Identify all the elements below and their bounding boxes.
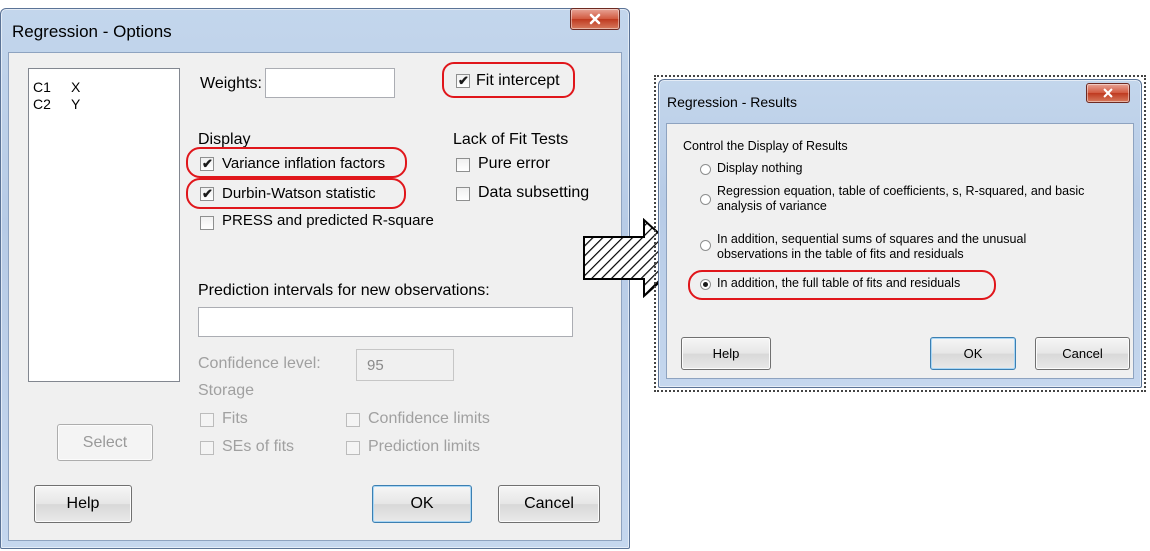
close-icon [1103, 88, 1113, 98]
full-table-highlight [688, 270, 996, 300]
fit-intercept-highlight [442, 62, 575, 98]
confidence-input[interactable]: 95 [356, 349, 454, 381]
option-display-nothing-label: Display nothing [717, 161, 803, 175]
weights-label: Weights: [200, 75, 262, 92]
storage-header: Storage [198, 382, 255, 399]
press-label: PRESS and predicted R-square [222, 212, 434, 229]
pure-error-checkbox[interactable] [456, 158, 470, 172]
options-close-button[interactable] [570, 8, 620, 30]
results-title: Regression - Results [667, 94, 797, 110]
ok-button-label: OK [410, 495, 434, 512]
prediction-limits-checkbox[interactable] [346, 441, 360, 455]
results-close-button[interactable] [1086, 83, 1130, 103]
results-cancel-button[interactable]: Cancel [1035, 337, 1130, 370]
select-button-label: Select [82, 434, 128, 451]
confidence-label: Confidence level: [198, 355, 321, 372]
variables-listbox[interactable]: C1 X C2 Y [28, 68, 180, 382]
variable-row-c1[interactable]: C1 X [33, 79, 80, 95]
vif-highlight [186, 147, 407, 178]
select-button[interactable]: Select [57, 424, 153, 461]
option-sequential-sums-line1: In addition, sequential sums of squares … [717, 232, 1027, 246]
pure-error-label: Pure error [478, 155, 551, 172]
option-sequential-sums-line2: observations in the table of fits and re… [717, 247, 964, 261]
option-regression-equation-line2: analysis of variance [717, 199, 827, 213]
cancel-button-label: Cancel [1062, 346, 1103, 361]
variable-name: X [71, 79, 81, 95]
confidence-value: 95 [367, 357, 384, 374]
durbin-watson-highlight [186, 178, 406, 209]
prediction-limits-label: Prediction limits [368, 438, 481, 455]
close-icon [589, 13, 601, 25]
fits-label: Fits [222, 410, 248, 427]
fits-checkbox[interactable] [200, 413, 214, 427]
confidence-limits-label: Confidence limits [368, 410, 490, 427]
data-subsetting-checkbox[interactable] [456, 187, 470, 201]
results-group-label: Control the Display of Results [683, 139, 848, 153]
ses-fits-checkbox[interactable] [200, 441, 214, 455]
radio-display-nothing[interactable] [700, 164, 711, 175]
options-help-button[interactable]: Help [34, 485, 132, 523]
data-subsetting-label: Data subsetting [478, 184, 590, 201]
prediction-label: Prediction intervals for new observation… [198, 282, 490, 299]
option-regression-equation-line1: Regression equation, table of coefficien… [717, 184, 1085, 198]
help-button-label: Help [712, 346, 740, 361]
ses-fits-label: SEs of fits [222, 438, 295, 455]
ok-button-label: OK [963, 346, 983, 361]
confidence-limits-checkbox[interactable] [346, 413, 360, 427]
options-cancel-button[interactable]: Cancel [498, 485, 600, 523]
press-checkbox[interactable] [200, 216, 214, 230]
weights-input[interactable] [265, 68, 395, 98]
prediction-input[interactable] [198, 307, 573, 337]
lack-of-fit-header: Lack of Fit Tests [453, 131, 569, 148]
variable-column: C1 [33, 79, 51, 95]
variable-row-c2[interactable]: C2 Y [33, 96, 80, 112]
radio-regression-equation[interactable] [700, 194, 711, 205]
radio-sequential-sums[interactable] [700, 240, 711, 251]
results-ok-button[interactable]: OK [930, 337, 1016, 370]
cancel-button-label: Cancel [524, 495, 574, 512]
results-help-button[interactable]: Help [681, 337, 771, 370]
variable-name: Y [71, 96, 81, 112]
help-button-label: Help [66, 495, 100, 512]
options-ok-button[interactable]: OK [372, 485, 472, 523]
variable-column: C2 [33, 96, 51, 112]
options-title: Regression - Options [12, 22, 172, 41]
